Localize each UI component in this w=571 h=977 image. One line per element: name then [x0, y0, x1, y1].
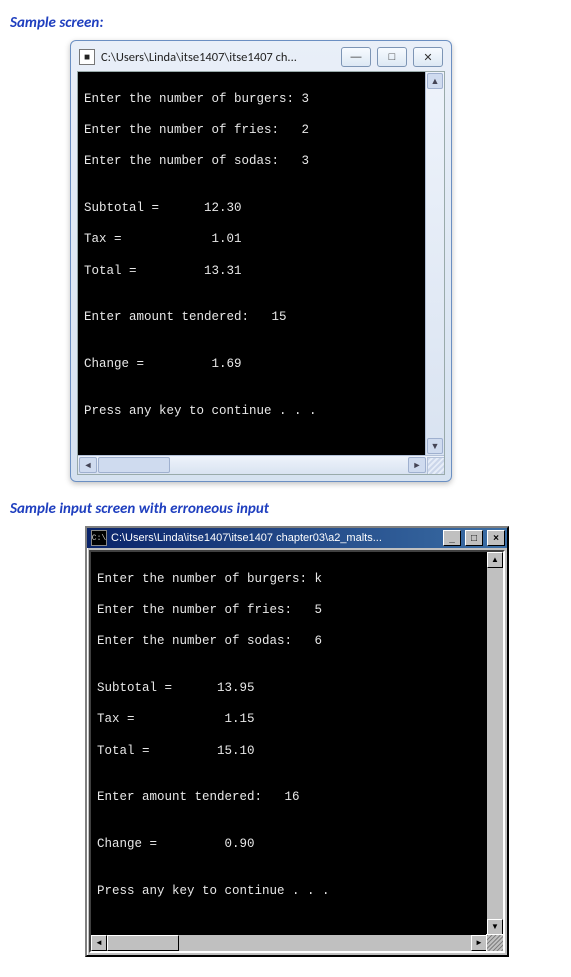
app-icon: ■ — [79, 49, 95, 65]
minimize-icon: _ — [449, 533, 455, 544]
horizontal-scrollbar[interactable]: ◄ ► — [78, 455, 444, 474]
scroll-right-icon[interactable]: ► — [471, 935, 487, 951]
console-line: Tax = 1.15 — [97, 712, 481, 728]
maximize-button[interactable]: □ — [377, 47, 407, 67]
console-line: Enter the number of burgers: k — [97, 572, 481, 588]
scroll-track[interactable] — [487, 568, 503, 919]
console-window-1: ■ C:\Users\Linda\itse1407\itse1407 ch...… — [70, 40, 452, 482]
console-line: Subtotal = 12.30 — [84, 201, 420, 217]
minimize-button[interactable]: _ — [443, 530, 461, 546]
scroll-track[interactable] — [179, 935, 471, 951]
scroll-left-icon[interactable]: ◄ — [79, 457, 97, 473]
console-line: Enter the number of sodas: 3 — [84, 154, 420, 170]
console-line: Enter the number of sodas: 6 — [97, 634, 481, 650]
minimize-button[interactable]: — — [341, 47, 371, 67]
caption-sample-screen: Sample screen: — [10, 14, 561, 32]
console-line: Tax = 1.01 — [84, 232, 420, 248]
console-line: Total = 15.10 — [97, 744, 481, 760]
console-line: Subtotal = 13.95 — [97, 681, 481, 697]
console-output: Enter the number of burgers: 3 Enter the… — [78, 72, 426, 455]
maximize-icon: □ — [389, 51, 396, 63]
window-title: C:\Users\Linda\itse1407\itse1407 ch... — [101, 50, 335, 65]
window-title: C:\Users\Linda\itse1407\itse1407 chapter… — [111, 532, 439, 544]
scroll-left-icon[interactable]: ◄ — [91, 935, 107, 951]
titlebar[interactable]: C:\ C:\Users\Linda\itse1407\itse1407 cha… — [87, 528, 507, 548]
close-icon: × — [493, 533, 499, 544]
resize-grip[interactable] — [427, 457, 444, 474]
horizontal-scrollbar[interactable]: ◄ ► — [91, 935, 487, 951]
console-line: Press any key to continue . . . — [97, 884, 481, 900]
cmd-icon: C:\ — [91, 530, 107, 546]
console-line: Enter amount tendered: 15 — [84, 310, 420, 326]
close-icon: ✕ — [423, 51, 432, 64]
scroll-track[interactable] — [426, 90, 444, 437]
minimize-icon: — — [351, 51, 362, 63]
console-window-2: C:\ C:\Users\Linda\itse1407\itse1407 cha… — [85, 526, 509, 957]
console-line: Enter amount tendered: 16 — [97, 790, 481, 806]
maximize-icon: □ — [471, 533, 477, 544]
console-line: Total = 13.31 — [84, 264, 420, 280]
scroll-thumb[interactable] — [107, 935, 179, 951]
titlebar[interactable]: ■ C:\Users\Linda\itse1407\itse1407 ch...… — [71, 41, 451, 71]
client-area: Enter the number of burgers: 3 Enter the… — [77, 71, 445, 475]
close-button[interactable]: ✕ — [413, 47, 443, 67]
vertical-scrollbar[interactable]: ▲ ▼ — [487, 552, 503, 935]
scroll-right-icon[interactable]: ► — [408, 457, 426, 473]
scroll-up-icon[interactable]: ▲ — [487, 552, 503, 568]
maximize-button[interactable]: □ — [465, 530, 483, 546]
console-line: Change = 1.69 — [84, 357, 420, 373]
scroll-down-icon[interactable]: ▼ — [487, 919, 503, 935]
scroll-thumb[interactable] — [98, 457, 170, 473]
close-button[interactable]: × — [487, 530, 505, 546]
client-area: Enter the number of burgers: k Enter the… — [89, 550, 505, 953]
caption-erroneous-input: Sample input screen with erroneous input — [10, 500, 561, 518]
console-line: Press any key to continue . . . — [84, 404, 420, 420]
console-line: Enter the number of fries: 5 — [97, 603, 481, 619]
vertical-scrollbar[interactable]: ▲ ▼ — [425, 72, 444, 455]
console-output: Enter the number of burgers: k Enter the… — [91, 552, 487, 935]
scroll-down-icon[interactable]: ▼ — [427, 438, 443, 454]
resize-grip[interactable] — [486, 934, 503, 951]
console-line: Enter the number of fries: 2 — [84, 123, 420, 139]
scroll-up-icon[interactable]: ▲ — [427, 73, 443, 89]
console-line: Change = 0.90 — [97, 837, 481, 853]
console-line: Enter the number of burgers: 3 — [84, 92, 420, 108]
